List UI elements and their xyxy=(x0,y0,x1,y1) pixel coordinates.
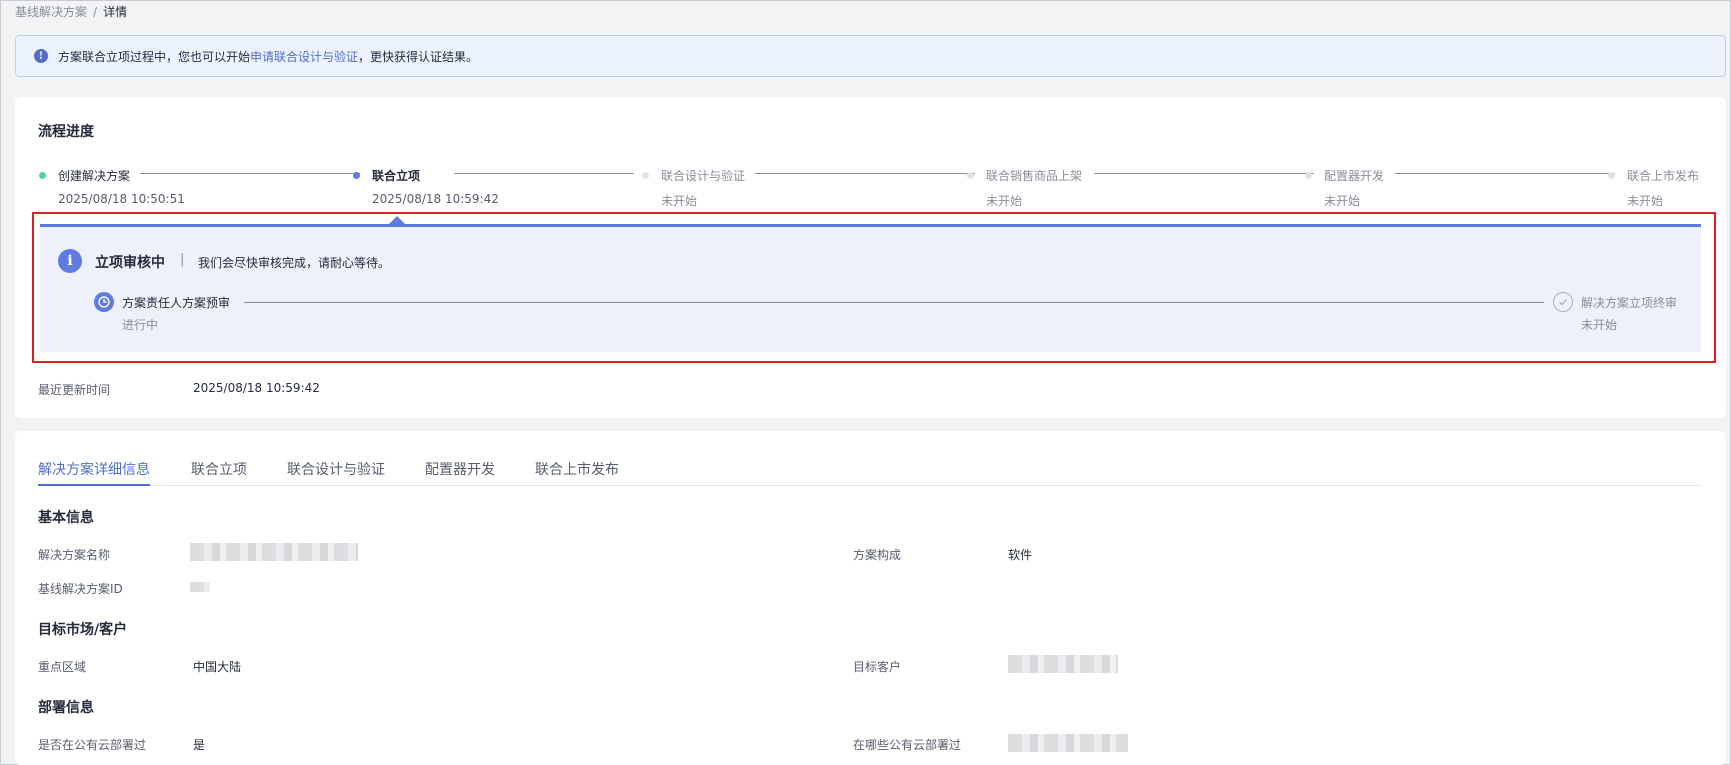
step-dot xyxy=(39,172,46,179)
deploy-title: 部署信息 xyxy=(38,700,94,716)
step-name: 联合设计与验证 xyxy=(661,169,746,183)
step-connector xyxy=(1395,173,1615,174)
region-value: 中国大陆 xyxy=(193,660,242,674)
tab-launch[interactable]: 联合上市发布 xyxy=(535,459,619,486)
step-name: 配置器开发 xyxy=(1324,169,1385,183)
step-joint-project: 联合立项 2025/08/18 10:59:42 xyxy=(353,167,499,206)
which-cloud-label: 在哪些公有云部署过 xyxy=(853,738,962,752)
step-sales-listing: 联合销售商品上架 未开始 xyxy=(967,167,1082,209)
step-connector xyxy=(755,173,975,174)
step-create-solution: 创建解决方案 2025/08/18 10:50:51 xyxy=(39,167,185,206)
step-time: 未开始 xyxy=(661,194,698,208)
step-dot xyxy=(1305,172,1312,179)
tab-joint-design[interactable]: 联合设计与验证 xyxy=(287,459,385,486)
which-cloud-value-redacted xyxy=(1008,734,1128,752)
baseline-id-value-redacted xyxy=(190,582,210,592)
public-cloud-value: 是 xyxy=(193,738,206,752)
last-update-value: 2025/08/18 10:59:42 xyxy=(193,381,320,395)
notice-text-before: 方案联合立项过程中，您也可以开始 xyxy=(58,49,251,64)
tab-joint-project[interactable]: 联合立项 xyxy=(191,459,247,486)
progress-title: 流程进度 xyxy=(38,124,94,140)
breadcrumb-current: 详情 xyxy=(103,5,128,19)
tab-solution-details[interactable]: 解决方案详细信息 xyxy=(38,459,150,486)
customer-value-redacted xyxy=(1008,655,1118,673)
apply-joint-design-link[interactable]: 申请联合设计与验证 xyxy=(250,48,358,65)
market-title: 目标市场/客户 xyxy=(38,622,128,638)
composition-value: 软件 xyxy=(1008,548,1033,562)
step-configurator: 配置器开发 未开始 xyxy=(1305,167,1384,209)
step-connector xyxy=(1094,173,1314,174)
solution-name-value-redacted xyxy=(190,543,358,561)
notice-text-after: ，更快获得认证结果。 xyxy=(358,49,479,64)
tab-configurator[interactable]: 配置器开发 xyxy=(425,459,495,486)
step-name: 创建解决方案 xyxy=(58,169,131,183)
step-time: 未开始 xyxy=(986,194,1023,208)
solution-name-label: 解决方案名称 xyxy=(38,548,111,562)
baseline-id-label: 基线解决方案ID xyxy=(38,582,123,596)
step-dot xyxy=(353,172,360,179)
detail-tabs: 解决方案详细信息 联合立项 联合设计与验证 配置器开发 联合上市发布 xyxy=(38,459,1702,486)
step-dot xyxy=(967,172,974,179)
step-name: 联合上市发布 xyxy=(1627,169,1700,183)
customer-label: 目标客户 xyxy=(853,660,902,674)
breadcrumb: 基线解决方案 / 详情 xyxy=(15,3,127,20)
breadcrumb-parent-link[interactable]: 基线解决方案 xyxy=(15,5,87,19)
step-name: 联合立项 xyxy=(372,169,421,183)
step-launch: 联合上市发布 未开始 xyxy=(1608,167,1699,209)
breadcrumb-separator: / xyxy=(93,5,98,19)
step-dot xyxy=(1608,172,1615,179)
step-time: 2025/08/18 10:59:42 xyxy=(372,192,499,206)
info-icon: ! xyxy=(34,49,48,63)
step-name: 联合销售商品上架 xyxy=(986,169,1083,183)
highlight-box xyxy=(32,212,1716,363)
region-label: 重点区域 xyxy=(38,660,87,674)
composition-label: 方案构成 xyxy=(853,548,902,562)
notice-banner: ! 方案联合立项过程中，您也可以开始 申请联合设计与验证 ，更快获得认证结果。 xyxy=(15,35,1726,77)
public-cloud-label: 是否在公有云部署过 xyxy=(38,738,147,752)
last-update-label: 最近更新时间 xyxy=(38,383,111,397)
basic-info-title: 基本信息 xyxy=(38,510,94,526)
step-time: 2025/08/18 10:50:51 xyxy=(58,192,185,206)
step-time: 未开始 xyxy=(1324,194,1361,208)
step-dot xyxy=(642,172,649,179)
step-joint-design: 联合设计与验证 未开始 xyxy=(642,167,745,209)
step-time: 未开始 xyxy=(1627,194,1664,208)
